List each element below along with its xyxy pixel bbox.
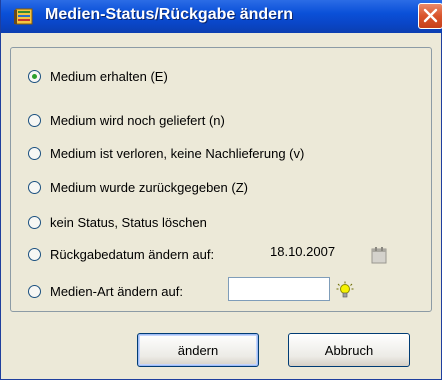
media-type-input[interactable] [228,277,330,301]
radio-button[interactable] [28,215,41,229]
option-label: kein Status, Status löschen [50,214,207,230]
title-bar[interactable]: Medien-Status/Rückgabe ändern [1,0,442,33]
option-clear-status[interactable]: kein Status, Status löschen [28,212,207,232]
option-change-media-type[interactable]: Medien-Art ändern auf: [28,281,183,301]
radio-button[interactable] [28,69,41,83]
option-label: Medium erhalten (E) [50,68,168,84]
calendar-icon[interactable] [371,246,387,264]
close-button[interactable] [418,3,442,29]
option-label: Rückgabedatum ändern auf: [50,246,215,262]
option-label: Medium wird noch geliefert (n) [50,112,225,128]
light-bulb-icon[interactable] [336,281,354,299]
radio-button[interactable] [28,247,41,261]
return-date-value: 18.10.2007 [270,244,336,259]
option-label: Medium wurde zurückgegeben (Z) [50,179,248,195]
option-medium-received[interactable]: Medium erhalten (E) [28,66,168,86]
close-icon [423,8,438,23]
option-medium-returned[interactable]: Medium wurde zurückgegeben (Z) [28,177,248,197]
option-label: Medium ist verloren, keine Nachlieferung… [50,145,305,161]
radio-button[interactable] [28,180,41,194]
radio-button[interactable] [28,284,41,298]
option-change-return-date[interactable]: Rückgabedatum ändern auf: [28,244,214,264]
radio-button[interactable] [28,113,41,127]
radio-button[interactable] [28,146,41,160]
window-title: Medien-Status/Rückgabe ändern [45,6,294,23]
option-medium-pending[interactable]: Medium wird noch geliefert (n) [28,110,225,130]
notebook-app-icon [14,8,33,25]
cancel-button[interactable]: Abbruch [288,333,410,367]
option-label: Medien-Art ändern auf: [50,283,183,299]
change-button[interactable]: ändern [137,333,259,367]
dialog-window: Medien-Status/Rückgabe ändern Medium erh… [0,0,442,380]
option-medium-lost[interactable]: Medium ist verloren, keine Nachlieferung… [28,143,304,163]
